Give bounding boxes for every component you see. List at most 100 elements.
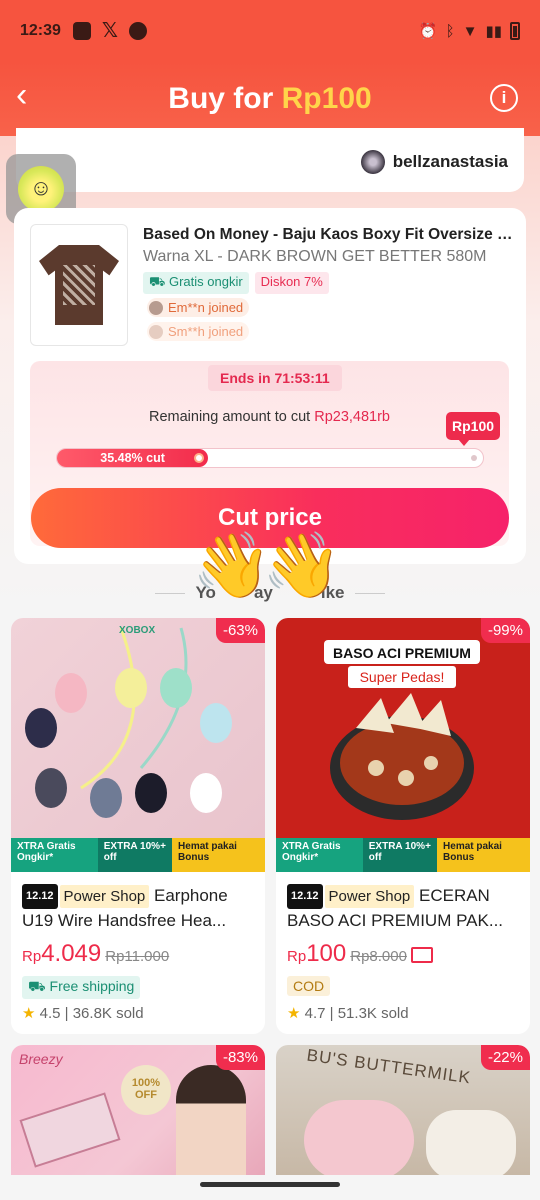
brand-logo: XOBOX (119, 625, 155, 636)
product-title[interactable]: Based On Money - Baju Kaos Boxy Fit Over… (143, 226, 513, 244)
status-bar: 12:39 𝕏 ⏰ ᛒ ▼ ▮▮ (0, 0, 540, 62)
tag-label: Gratis ongkir (168, 274, 243, 289)
product-title: 12.12 Power Shop ECERAN BASO ACI PREMIUM … (287, 884, 523, 930)
avatar (149, 300, 163, 315)
avatar (360, 150, 385, 174)
rating-value: 4.5 (39, 1005, 61, 1022)
currency: Rp (22, 948, 42, 965)
countdown-timer: Ends in 71:53:11 (208, 365, 342, 391)
banner-segment: EXTRA 10%+ off (362, 838, 438, 872)
banner-segment: Hemat pakai Bonus (437, 838, 530, 872)
clock: 12:39 (20, 22, 61, 39)
rating-row: ★ 4.7 | 51.3K sold (287, 1005, 409, 1022)
model-face (176, 1065, 246, 1175)
brand-logo: Breezy (19, 1051, 63, 1067)
product-variant: Warna XL - DARK BROWN GET BETTER 580M (143, 248, 487, 265)
progress-end-dot (471, 455, 477, 461)
joined-badge: Sm**h joined (147, 322, 250, 341)
wifi-icon: ▼ (462, 22, 478, 40)
product-image[interactable] (30, 224, 128, 346)
cod-tag: COD (287, 976, 331, 996)
image-subtitle: Super Pedas! (360, 669, 445, 685)
divider (354, 593, 385, 595)
battery-icon (510, 22, 520, 40)
page-title: Buy for Rp100 (168, 82, 371, 116)
remaining-label: Remaining amount to cut (148, 409, 315, 425)
smiley-heart-icon: ☺ (18, 166, 64, 212)
info-icon[interactable]: i (490, 84, 518, 112)
sold-count: 51.3K sold (337, 1005, 409, 1022)
12-12-badge: 12.12 (22, 884, 58, 909)
12-12-badge: 12.12 (287, 884, 323, 909)
alarm-icon: ⏰ (418, 23, 438, 40)
progress-fill: 35.48% cut (57, 449, 209, 467)
promo-badge: 100% OFF (121, 1065, 171, 1115)
free-shipping-tag: ⛟ Free shipping (22, 976, 141, 999)
discount-badge: -99% (480, 618, 530, 643)
title-prefix: Buy for (168, 82, 282, 115)
gesture-nav-bar[interactable] (200, 1182, 340, 1187)
product-title: 12.12 Power Shop Earphone U19 Wire Handsf… (22, 884, 258, 930)
back-icon[interactable]: ‹ (16, 78, 46, 114)
user-card: bellzanastasia (16, 128, 524, 192)
pink-plush (304, 1100, 414, 1175)
promo-banner: XTRA Gratis Ongkir* EXTRA 10%+ off Hemat… (276, 838, 530, 872)
sold-count: 36.8K sold (72, 1005, 144, 1022)
banner-segment: XTRA Gratis Ongkir* (276, 838, 363, 872)
rating-value: 4.7 (304, 1005, 326, 1022)
bluetooth-icon: ᛒ (445, 22, 455, 40)
eyelash-box (19, 1092, 121, 1168)
user-info[interactable]: bellzanastasia (360, 150, 508, 174)
product-price: Rp4.049 Rp11.000 (22, 940, 169, 968)
discount-badge: -63% (215, 618, 265, 643)
rating-row: ★ 4.5 | 36.8K sold (22, 1005, 144, 1022)
product-image: BASO ACI PREMIUM Super Pedas! (276, 618, 530, 872)
banner-segment: EXTRA 10%+ off (97, 838, 173, 872)
power-shop-badge: Power Shop (324, 885, 415, 908)
product-card-eyelash[interactable]: Breezy 100% OFF -83% (11, 1045, 265, 1175)
waving-hand-emoji: 👋 (192, 529, 272, 601)
title-price: Rp100 (281, 82, 372, 115)
progress-label: 35.48% cut (100, 451, 165, 465)
product-card-earphone[interactable]: XOBOX -63% XTRA Gratis Ongkir* EXTRA 10%… (11, 618, 265, 1034)
promo-banner: XTRA Gratis Ongkir* EXTRA 10%+ off Hemat… (11, 838, 265, 872)
discount-badge: -83% (215, 1045, 265, 1070)
product-image: XOBOX (11, 618, 265, 872)
banner-segment: XTRA Gratis Ongkir* (11, 838, 98, 872)
discount-badge: -22% (480, 1045, 530, 1070)
star-icon: ★ (287, 1005, 301, 1022)
top-header: ‹ Buy for Rp100 i (0, 62, 540, 136)
free-shipping-tag: ⛟ Gratis ongkir (143, 272, 249, 294)
product-card-buttermilk[interactable]: BU'S BUTTERMILK -22% (276, 1045, 530, 1175)
tag-label: Free shipping (49, 978, 135, 994)
remaining-amount: Remaining amount to cut Rp23,481rb (30, 409, 509, 425)
power-shop-badge: Power Shop (59, 885, 150, 908)
divider (155, 593, 186, 595)
old-price: Rp11.000 (105, 948, 170, 965)
bri-mo-icon (72, 22, 91, 40)
product-card-baso-aci[interactable]: BASO ACI PREMIUM Super Pedas! -99% XTRA … (276, 618, 530, 1034)
image-title: BASO ACI PREMIUM (333, 645, 471, 661)
waving-hand-emoji: 👋 (262, 529, 342, 601)
product-tags: ⛟ Gratis ongkir Diskon 7% (143, 272, 329, 294)
product-price: Rp100 Rp8.000 (287, 940, 433, 968)
cod-icon (410, 947, 433, 963)
banner-segment: Hemat pakai Bonus (172, 838, 265, 872)
progress-track: 35.48% cut (56, 448, 484, 468)
progress-knob (194, 453, 205, 463)
username: bellzanastasia (392, 152, 508, 171)
target-price-bubble: Rp100 (446, 412, 501, 446)
signal-icon: ▮▮ (485, 23, 502, 40)
app-icon (128, 22, 147, 40)
discount-tag: Diskon 7% (254, 272, 329, 294)
old-price: Rp8.000 (350, 948, 407, 965)
joined-badge: Em**n joined (147, 298, 250, 317)
product-card: Based On Money - Baju Kaos Boxy Fit Over… (14, 208, 526, 564)
currency: Rp (287, 948, 307, 965)
tshirt-image (39, 245, 119, 325)
baso-aci-image: BASO ACI PREMIUM Super Pedas! (324, 640, 480, 820)
joined-text: Sm**h joined (168, 324, 244, 339)
image-text: BU'S BUTTERMILK (305, 1045, 473, 1088)
x-icon: 𝕏 (101, 20, 118, 42)
price-value: 4.049 (41, 940, 102, 967)
